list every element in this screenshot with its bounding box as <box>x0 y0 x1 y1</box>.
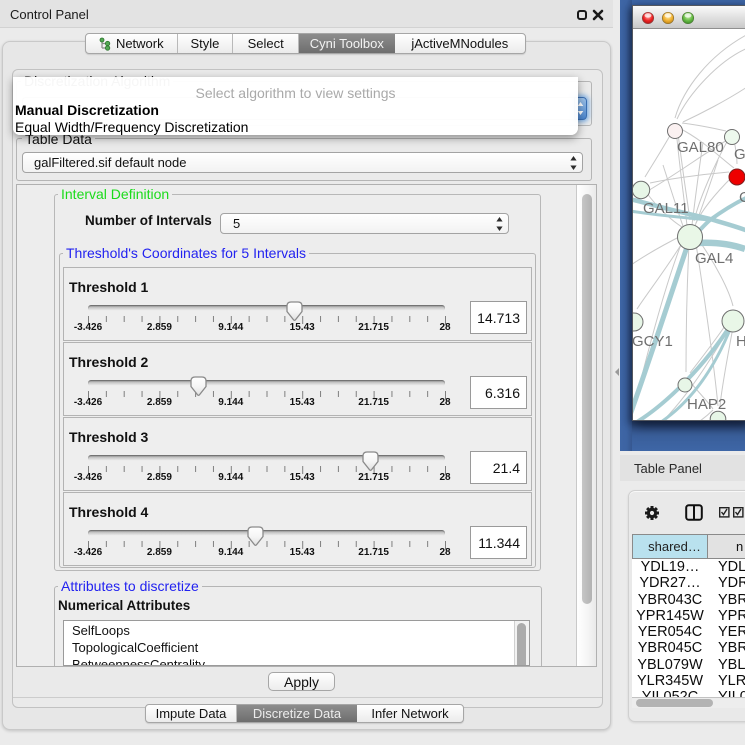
svg-text:GAL11: GAL11 <box>643 200 689 217</box>
svg-text:C: C <box>739 189 745 206</box>
svg-text:GAL4: GAL4 <box>695 250 733 267</box>
svg-text:GAL80: GAL80 <box>677 139 724 156</box>
svg-text:GCY1: GCY1 <box>633 333 673 350</box>
svg-text:H: H <box>736 333 745 350</box>
svg-text:HAP2: HAP2 <box>687 396 726 413</box>
svg-text:GA: GA <box>734 146 745 163</box>
